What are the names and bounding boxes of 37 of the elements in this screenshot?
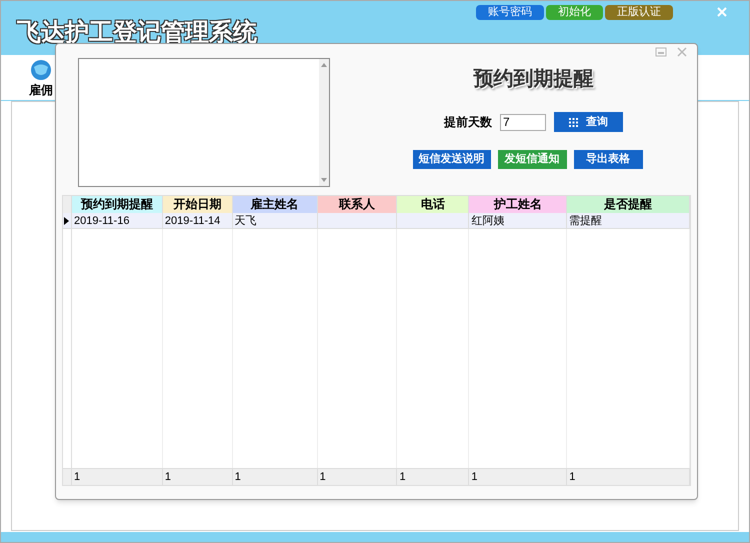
header-button[interactable]: 账号密码 (476, 5, 544, 20)
column-header[interactable]: 开始日期 (162, 196, 233, 213)
table-cell: 红阿姨 (471, 215, 504, 227)
scroll-down-icon[interactable] (321, 178, 327, 182)
action-button[interactable]: 短信发送说明 (412, 150, 490, 169)
column-header[interactable]: 预约到期提醒 (72, 196, 163, 213)
column-header[interactable]: 电话 (397, 196, 470, 213)
text-area[interactable] (78, 58, 330, 187)
minimize-icon[interactable] (655, 47, 667, 57)
days-label: 提前天数 (444, 114, 492, 131)
column-header[interactable]: 雇主姓名 (232, 196, 318, 213)
toolbar-button[interactable]: 雇佣 (29, 59, 53, 99)
grid-icon (569, 118, 578, 126)
scroll-up-icon[interactable] (321, 63, 327, 67)
table-cell: 天飞 (234, 215, 257, 227)
table-cell: 2019-11-16 (74, 215, 130, 227)
summary-cell: 1 (569, 471, 576, 483)
column-header[interactable]: 是否提醒 (567, 196, 690, 213)
action-button[interactable]: 导出表格 (574, 150, 642, 169)
summary-cell: 1 (399, 471, 406, 483)
summary-cell: 1 (234, 471, 241, 483)
summary-cell: 1 (471, 471, 478, 483)
scrollbar[interactable] (319, 59, 329, 186)
query-button[interactable]: 查询 (554, 112, 623, 132)
column-header[interactable]: 护工姓名 (469, 196, 568, 213)
close-icon[interactable] (677, 47, 687, 57)
globe-icon (30, 59, 52, 81)
summary-cell: 1 (164, 471, 171, 483)
days-field[interactable]: 7 (500, 114, 546, 130)
summary-cell: 1 (320, 471, 326, 483)
summary-cell: 1 (74, 471, 80, 483)
window-title: 飞达护工登记管理系统 (17, 18, 257, 48)
dialog-title: 预约到期提醒 (474, 67, 594, 92)
table-cell: 2019-11-14 (164, 215, 220, 227)
table-cell: 需提醒 (569, 215, 602, 227)
header-button[interactable]: 正版认证 (605, 5, 673, 20)
column-header[interactable]: 联系人 (318, 196, 398, 213)
